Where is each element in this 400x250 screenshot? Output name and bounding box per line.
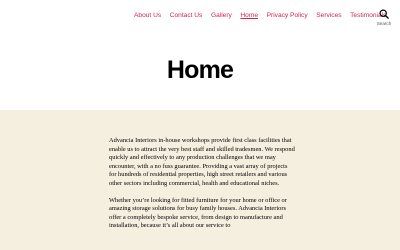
page-title: Home [166,56,234,84]
search-toggle-label: Search [376,21,392,26]
entry-content: Advancia Interiors in-house workshops pr… [109,137,295,239]
content-paragraph-2: Whether you’re looking for fitted furnit… [109,196,287,230]
search-toggle-button[interactable]: Search [374,9,394,29]
content-section: Advancia Interiors in-house workshops pr… [0,110,400,250]
menu-item-home[interactable]: Home [240,12,258,20]
menu-item-privacy-policy[interactable]: Privacy Policy [267,12,308,20]
menu-item-contact-us[interactable]: Contact Us [170,12,203,20]
menu-item-services[interactable]: Services [316,12,341,20]
content-paragraph-1: Advancia Interiors in-house workshops pr… [109,137,295,187]
search-icon [379,9,389,19]
menu-item-about-us[interactable]: About Us [134,12,161,20]
site-header: About Us Contact Us Gallery Home Privacy… [0,0,400,30]
menu-item-gallery[interactable]: Gallery [211,12,232,20]
primary-menu: About Us Contact Us Gallery Home Privacy… [134,12,386,20]
